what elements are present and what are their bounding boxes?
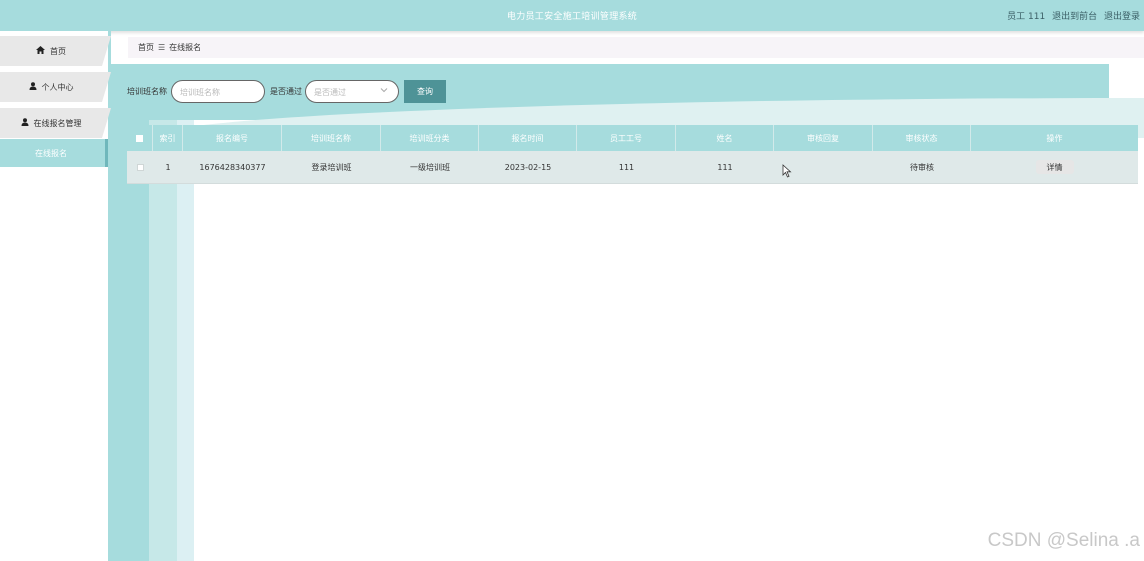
sidebar-item-online-registration-management[interactable]: 在线报名管理 [0, 108, 111, 138]
passed-select-placeholder: 是否通过 [314, 88, 346, 97]
home-icon [36, 46, 45, 56]
passed-label: 是否通过 [270, 87, 302, 96]
sidebar-item-personal-center[interactable]: 个人中心 [0, 72, 111, 102]
table-header: 索引 报名编号 培训班名称 培训班分类 报名时间 员工工号 姓名 审核回复 审核… [127, 125, 1138, 151]
column-header: 报名时间 [479, 125, 577, 151]
app-title: 电力员工安全施工培训管理系统 [506, 12, 638, 22]
column-header: 培训班名称 [282, 125, 381, 151]
logout-link[interactable]: 退出登录 [1104, 12, 1140, 22]
sidebar-item-label: 首页 [50, 46, 66, 56]
sidebar-item-label: 个人中心 [41, 82, 74, 92]
column-header: 索引 [153, 125, 183, 151]
column-header: 员工工号 [577, 125, 676, 151]
class-name-input[interactable]: 培训班名称 [171, 80, 265, 103]
breadcrumb-separator-icon: ☰ [158, 43, 166, 52]
column-header: 审核状态 [873, 125, 971, 151]
query-button[interactable]: 查询 [404, 80, 446, 103]
select-all-cell [127, 125, 153, 151]
sidebar-subitem-label: 在线报名 [35, 148, 67, 158]
column-header: 报名编号 [183, 125, 282, 151]
breadcrumb: 首页 ☰ 在线报名 [128, 37, 1144, 58]
cell-reg-no: 1676428340377 [199, 162, 266, 172]
cell-emp-no: 111 [618, 162, 635, 172]
cell-class-name: 登录培训班 [311, 162, 352, 172]
column-header: 审核回复 [774, 125, 873, 151]
cell-index: 1 [165, 162, 171, 172]
column-header: 姓名 [676, 125, 774, 151]
watermark: CSDN @Selina .a [987, 530, 1140, 551]
cell-class-type: 一级培训班 [410, 162, 450, 172]
row-select-cell [127, 151, 153, 183]
passed-select[interactable]: 是否通过 [305, 80, 399, 103]
chevron-down-icon [380, 86, 388, 95]
sidebar-subitem-online-registration[interactable]: 在线报名 [0, 139, 108, 167]
cell-action: 详情 [971, 151, 1138, 183]
mouse-cursor-icon [782, 164, 792, 178]
table-row: 1 1676428340377 登录培训班 一级培训班 2023-02-15 1… [127, 151, 1138, 184]
cell-status: 待审核 [910, 162, 934, 172]
decorative-stripe [149, 120, 177, 561]
user-icon [29, 82, 37, 92]
breadcrumb-current: 在线报名 [169, 43, 202, 52]
class-name-label: 培训班名称 [127, 87, 167, 96]
user-label: 员工 111 [1007, 12, 1046, 22]
breadcrumb-home[interactable]: 首页 [138, 43, 154, 52]
column-header: 培训班分类 [381, 125, 479, 151]
top-bar: 电力员工安全施工培训管理系统 员工 111 退出到前台 退出登录 [0, 0, 1144, 31]
sidebar: 首页 个人中心 在线报名管理 在线报名 [0, 31, 111, 561]
registration-table: 索引 报名编号 培训班名称 培训班分类 报名时间 员工工号 姓名 审核回复 审核… [127, 125, 1138, 184]
decorative-stripe [111, 120, 149, 561]
user-area: 员工 111 退出到前台 退出登录 [1007, 9, 1140, 22]
detail-button[interactable]: 详情 [1035, 160, 1074, 174]
back-to-front-link[interactable]: 退出到前台 [1052, 12, 1097, 22]
sidebar-item-home[interactable]: 首页 [0, 36, 111, 66]
main-panel-lower [111, 120, 1144, 561]
cell-name: 111 [717, 162, 733, 172]
user-icon [21, 118, 29, 128]
sidebar-item-label: 在线报名管理 [33, 118, 82, 128]
row-checkbox[interactable] [136, 163, 144, 171]
select-all-checkbox[interactable] [136, 134, 143, 142]
cell-reg-time: 2023-02-15 [504, 162, 552, 172]
column-header: 操作 [1046, 133, 1063, 143]
decorative-stripe [177, 120, 194, 561]
